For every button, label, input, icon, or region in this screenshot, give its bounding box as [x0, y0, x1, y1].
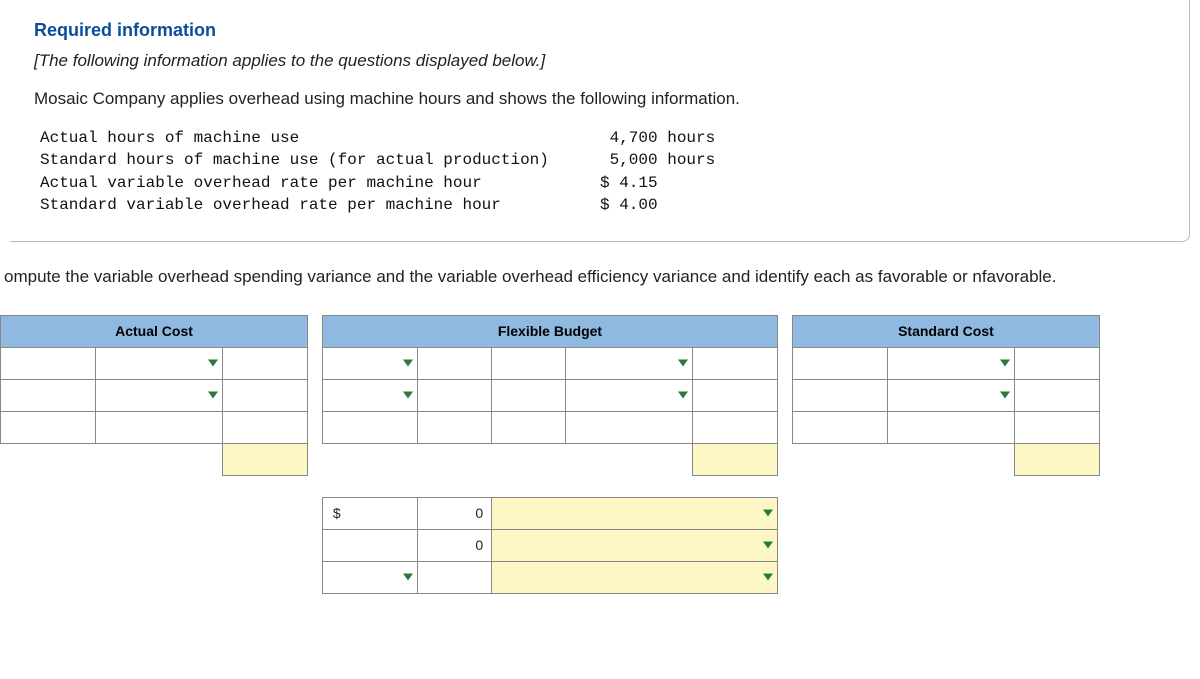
data-value: $ 4.15: [600, 172, 658, 194]
data-label: Standard hours of machine use (for actua…: [40, 149, 600, 171]
input-cell[interactable]: [418, 379, 492, 411]
input-cell[interactable]: [693, 347, 778, 379]
input-cell[interactable]: [223, 347, 308, 379]
input-cell[interactable]: [1015, 379, 1100, 411]
input-cell[interactable]: [418, 411, 492, 443]
input-cell[interactable]: [1015, 347, 1100, 379]
input-cell[interactable]: [888, 411, 1015, 443]
input-cell[interactable]: [492, 411, 566, 443]
variance-worksheet: Actual Cost Flexible Budget Standard Cos…: [0, 315, 1100, 594]
data-value: 4,700 hours: [600, 127, 715, 149]
value-cell: 0: [418, 529, 492, 561]
data-block: Actual hours of machine use 4,700 hours …: [40, 127, 1165, 217]
input-cell[interactable]: [693, 379, 778, 411]
input-cell[interactable]: [418, 347, 492, 379]
variance-type-dropdown[interactable]: [492, 497, 778, 529]
input-cell[interactable]: [322, 529, 417, 561]
total-cell[interactable]: [1015, 443, 1100, 475]
dropdown-cell[interactable]: [566, 347, 693, 379]
dropdown-cell[interactable]: [96, 379, 223, 411]
value-cell: 0: [418, 497, 492, 529]
data-label: Actual variable overhead rate per machin…: [40, 172, 600, 194]
applies-to-note: [The following information applies to th…: [34, 51, 1165, 71]
data-value: $ 4.00: [600, 194, 658, 216]
input-cell[interactable]: [693, 411, 778, 443]
input-cell[interactable]: [1, 411, 96, 443]
header-standard-cost: Standard Cost: [792, 315, 1099, 347]
variance-type-dropdown[interactable]: [492, 529, 778, 561]
data-row: Actual variable overhead rate per machin…: [40, 172, 1165, 194]
input-cell[interactable]: [1015, 411, 1100, 443]
variance-type-dropdown[interactable]: [492, 561, 778, 593]
input-cell[interactable]: [418, 561, 492, 593]
dropdown-cell[interactable]: [566, 379, 693, 411]
input-cell[interactable]: [792, 379, 887, 411]
dropdown-cell[interactable]: [322, 561, 417, 593]
header-actual-cost: Actual Cost: [1, 315, 308, 347]
input-cell[interactable]: [96, 411, 223, 443]
dropdown-cell[interactable]: [888, 347, 1015, 379]
input-cell[interactable]: [792, 411, 887, 443]
question-text: ompute the variable overhead spending va…: [0, 267, 1200, 287]
dropdown-cell[interactable]: [888, 379, 1015, 411]
data-value: 5,000 hours: [600, 149, 715, 171]
total-cell[interactable]: [693, 443, 778, 475]
intro-text: Mosaic Company applies overhead using ma…: [34, 89, 1165, 109]
data-row: Actual hours of machine use 4,700 hours: [40, 127, 1165, 149]
dropdown-cell[interactable]: [322, 379, 417, 411]
data-row: Standard variable overhead rate per mach…: [40, 194, 1165, 216]
input-cell[interactable]: [792, 347, 887, 379]
input-cell[interactable]: [492, 347, 566, 379]
required-info-title: Required information: [34, 20, 1165, 41]
data-row: Standard hours of machine use (for actua…: [40, 149, 1165, 171]
input-cell[interactable]: [322, 411, 417, 443]
dropdown-cell[interactable]: [96, 347, 223, 379]
header-flexible-budget: Flexible Budget: [322, 315, 777, 347]
currency-cell: $: [322, 497, 417, 529]
input-cell[interactable]: [223, 411, 308, 443]
input-cell[interactable]: [1, 347, 96, 379]
input-cell[interactable]: [566, 411, 693, 443]
data-label: Actual hours of machine use: [40, 127, 600, 149]
dropdown-cell[interactable]: [322, 347, 417, 379]
data-label: Standard variable overhead rate per mach…: [40, 194, 600, 216]
required-info-box: Required information [The following info…: [10, 0, 1190, 242]
input-cell[interactable]: [223, 379, 308, 411]
input-cell[interactable]: [492, 379, 566, 411]
total-cell[interactable]: [223, 443, 308, 475]
input-cell[interactable]: [1, 379, 96, 411]
